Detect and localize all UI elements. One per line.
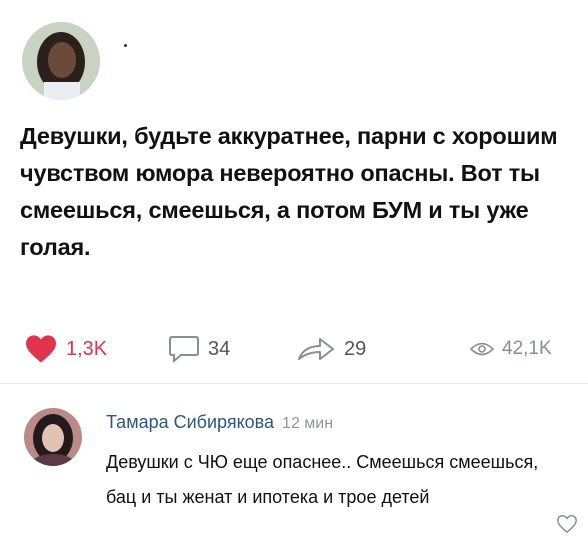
share-button[interactable]: 29 — [296, 330, 366, 368]
comment-button[interactable]: 34 — [168, 330, 230, 368]
comment-count: 34 — [208, 337, 231, 360]
share-count: 29 — [344, 337, 367, 360]
comment-author-avatar[interactable] — [24, 408, 82, 466]
heart-outline-icon[interactable] — [556, 513, 578, 535]
heart-icon — [26, 335, 56, 363]
comment-time: 12 мин — [282, 415, 334, 432]
post-author-avatar[interactable] — [22, 22, 100, 100]
section-divider — [0, 383, 588, 384]
comment-text: Девушки с ЧЮ еще опаснее.. Смеешься смее… — [106, 452, 539, 507]
comment-icon — [169, 336, 199, 364]
eye-icon — [470, 342, 494, 356]
author-name-placeholder — [124, 44, 127, 47]
views-count: 42,1K — [502, 338, 552, 359]
post-text: Девушки, будьте аккуратнее, парни с хоро… — [20, 123, 558, 260]
comment-author-name[interactable]: Тамара Сибирякова — [106, 412, 274, 432]
comment-author-line: Тамара Сибирякова 12 мин — [106, 412, 333, 433]
like-button[interactable]: 1,3K — [24, 330, 107, 368]
like-count: 1,3K — [66, 337, 108, 360]
views-counter: 42,1K — [470, 330, 552, 368]
share-icon — [298, 338, 334, 360]
